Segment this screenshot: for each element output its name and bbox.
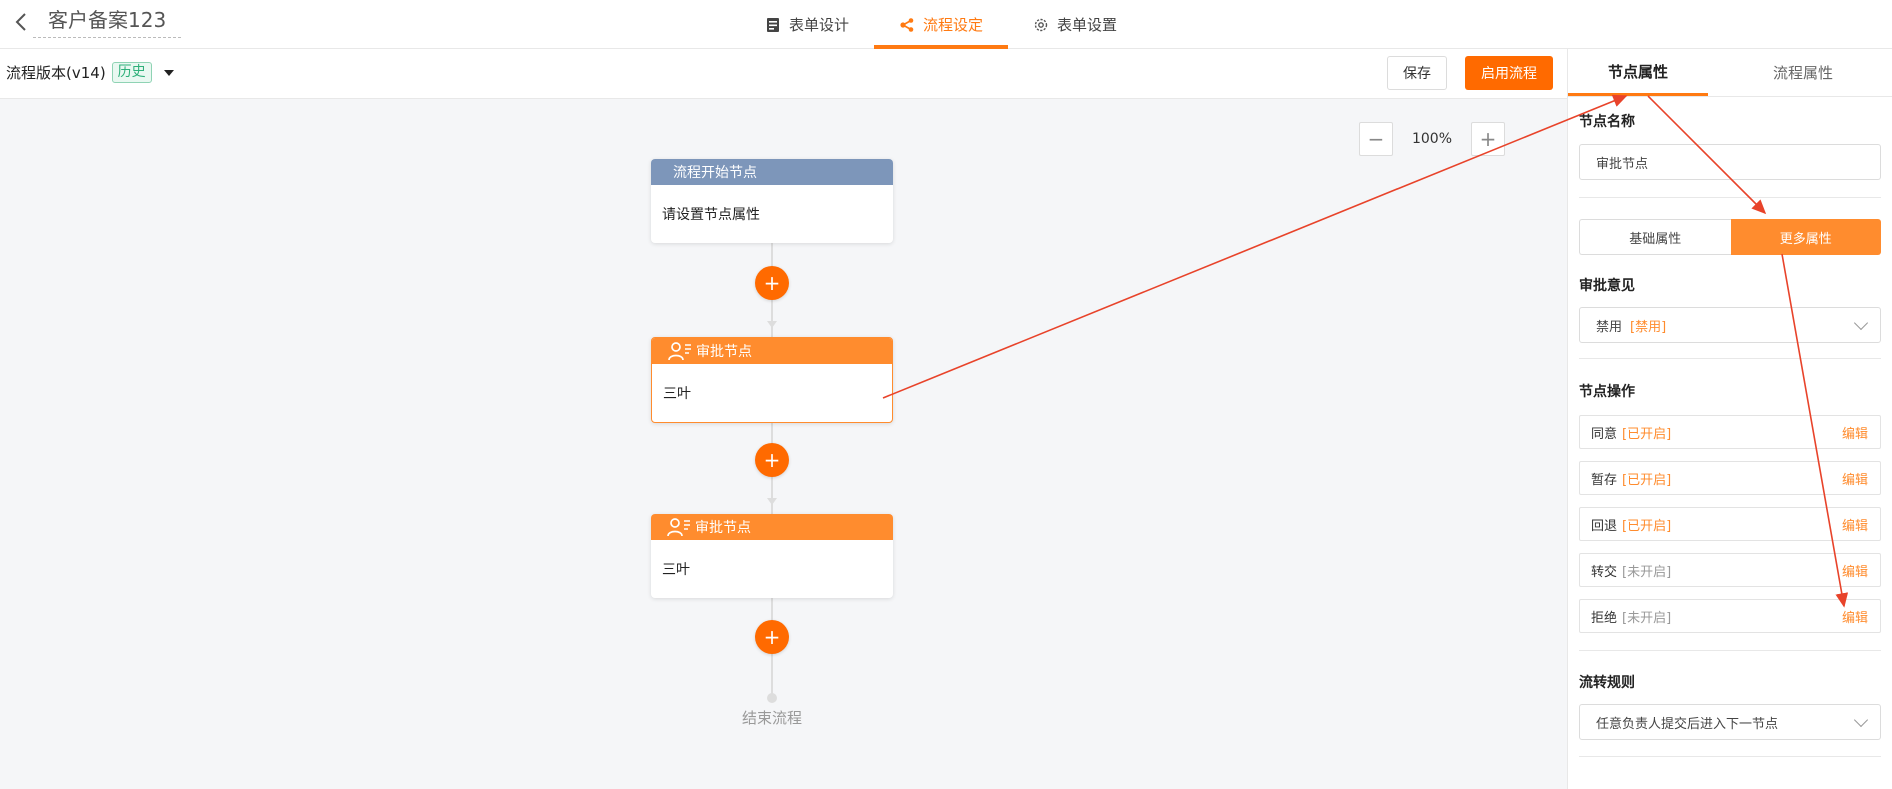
top-bar: 客户备案123 表单设计 流程设定 表单设置 — [0, 0, 1892, 49]
op-row-save-draft: 暂存 [已开启] 编辑 — [1579, 461, 1881, 495]
form-icon — [767, 17, 779, 32]
connector-arrow-icon — [767, 321, 777, 328]
edit-link[interactable]: 编辑 — [1842, 423, 1868, 442]
op-row-reject: 拒绝 [未开启] 编辑 — [1579, 599, 1881, 633]
approve-node-body: 三叶 — [663, 386, 691, 402]
tab-flow-settings[interactable]: 流程设定 — [874, 0, 1009, 49]
op-label: 暂存 — [1591, 472, 1618, 488]
zoom-value: 100% — [1411, 131, 1453, 147]
rule-select[interactable]: 任意负责人提交后进入下一节点 — [1579, 704, 1881, 740]
top-tabs: 表单设计 流程设定 表单设置 — [740, 0, 1142, 49]
back-arrow-icon[interactable] — [10, 8, 32, 36]
op-row-rollback: 回退 [已开启] 编辑 — [1579, 507, 1881, 541]
enable-flow-button[interactable]: 启用流程 — [1465, 56, 1553, 90]
chevron-down-icon — [1853, 315, 1869, 331]
approve-node-header: 审批节点 — [652, 338, 892, 364]
op-label: 拒绝 — [1591, 610, 1618, 626]
op-status: [未开启] — [1622, 564, 1672, 580]
property-segment: 基础属性 更多属性 — [1579, 219, 1881, 255]
approve-node-title: 审批节点 — [696, 344, 752, 360]
zoom-out-button[interactable]: − — [1359, 122, 1393, 156]
op-row-agree: 同意 [已开启] 编辑 — [1579, 415, 1881, 449]
op-status: [未开启] — [1622, 610, 1672, 626]
tab-label: 表单设计 — [789, 16, 850, 34]
version-selector[interactable]: 流程版本(v14) 历史 — [6, 62, 174, 83]
approve-node[interactable]: 审批节点 三叶 — [651, 514, 893, 598]
caret-down-icon[interactable] — [163, 69, 174, 76]
start-node[interactable]: 流程开始节点 请设置节点属性 — [651, 159, 893, 243]
add-node-button[interactable]: + — [755, 266, 789, 300]
end-dot — [767, 693, 777, 703]
approve-node-header: 审批节点 — [651, 514, 893, 540]
add-node-button[interactable]: + — [755, 443, 789, 477]
op-status: [已开启] — [1622, 472, 1672, 488]
flow-icon — [900, 17, 914, 32]
op-label: 同意 — [1591, 426, 1618, 442]
opinion-tag: [禁用] — [1630, 319, 1667, 335]
node-name-title: 节点名称 — [1579, 114, 1635, 130]
edit-link[interactable]: 编辑 — [1842, 561, 1868, 580]
edit-link[interactable]: 编辑 — [1842, 515, 1868, 534]
divider — [1579, 197, 1881, 198]
version-label: 流程版本(v14) — [6, 64, 106, 82]
approver-icon — [668, 342, 691, 361]
tab-label: 流程设定 — [923, 16, 984, 34]
start-node-body: 请设置节点属性 — [662, 207, 760, 223]
app-title[interactable]: 客户备案123 — [33, 4, 182, 38]
ops-title: 节点操作 — [1579, 384, 1635, 400]
tab-form-settings[interactable]: 表单设置 — [1008, 0, 1142, 49]
approve-node[interactable]: 审批节点 三叶 — [651, 337, 893, 423]
more-properties-button[interactable]: 更多属性 — [1730, 219, 1881, 255]
rule-title: 流转规则 — [1579, 675, 1635, 691]
edit-link[interactable]: 编辑 — [1842, 469, 1868, 488]
approver-icon — [667, 518, 690, 537]
flow-canvas[interactable]: − 100% + 流程开始节点 请设置节点属性 + 审批节点 三叶 + 审批节点… — [0, 99, 1567, 789]
history-badge: 历史 — [111, 62, 152, 83]
divider — [1579, 358, 1881, 359]
op-label: 转交 — [1591, 564, 1618, 580]
rule-value: 任意负责人提交后进入下一节点 — [1596, 716, 1779, 732]
zoom-controls: − 100% + — [1359, 122, 1505, 156]
end-flow-label: 结束流程 — [741, 709, 802, 727]
chevron-down-icon — [1853, 712, 1869, 728]
connector-arrow-icon — [767, 498, 777, 505]
op-row-transfer: 转交 [未开启] 编辑 — [1579, 553, 1881, 587]
panel-tabs: 节点属性 流程属性 — [1568, 49, 1892, 97]
tab-form-design[interactable]: 表单设计 — [740, 0, 874, 49]
gear-icon — [1034, 18, 1048, 31]
opinion-value: 禁用 — [1596, 319, 1623, 335]
save-button[interactable]: 保存 — [1387, 56, 1447, 90]
tab-flow-properties[interactable]: 流程属性 — [1733, 49, 1873, 96]
approve-node-body: 三叶 — [662, 562, 690, 578]
op-status: [已开启] — [1622, 426, 1672, 442]
add-node-button[interactable]: + — [755, 620, 789, 654]
op-label: 回退 — [1591, 518, 1618, 534]
divider — [1579, 756, 1881, 757]
edit-link[interactable]: 编辑 — [1842, 607, 1868, 626]
op-status: [已开启] — [1622, 518, 1672, 534]
basic-properties-button[interactable]: 基础属性 — [1579, 219, 1731, 255]
version-bar: 流程版本(v14) 历史 保存 启用流程 — [0, 49, 1567, 99]
approve-node-title: 审批节点 — [695, 520, 751, 536]
tab-label: 表单设置 — [1057, 16, 1118, 34]
zoom-in-button[interactable]: + — [1471, 122, 1505, 156]
properties-panel: 节点属性 流程属性 节点名称 审批节点 基础属性 更多属性 审批意见 禁用 [禁… — [1567, 49, 1892, 789]
opinion-select[interactable]: 禁用 [禁用] — [1579, 307, 1881, 343]
node-name-input[interactable]: 审批节点 — [1579, 144, 1881, 180]
tab-node-properties[interactable]: 节点属性 — [1568, 49, 1708, 96]
start-node-title: 流程开始节点 — [651, 159, 893, 185]
opinion-title: 审批意见 — [1579, 278, 1635, 294]
divider — [1579, 650, 1881, 651]
